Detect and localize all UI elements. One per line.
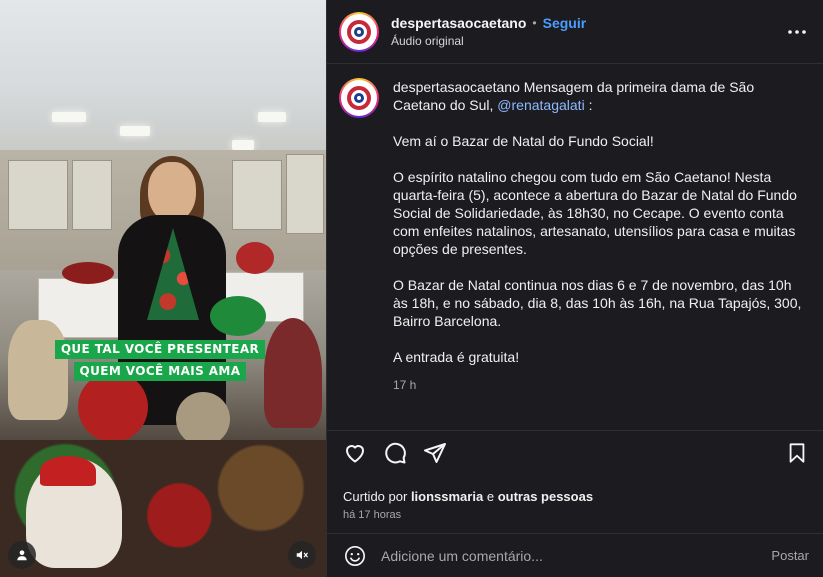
comment-button[interactable] bbox=[383, 441, 407, 465]
header-separator: • bbox=[532, 16, 537, 30]
video-decoration bbox=[62, 262, 114, 284]
banner-line-2: QUEM VOCÊ MAIS AMA bbox=[73, 361, 247, 381]
follow-button[interactable]: Seguir bbox=[543, 15, 587, 31]
caption-avatar[interactable] bbox=[339, 78, 379, 118]
comment-icon bbox=[385, 442, 406, 464]
liked-by-text: Curtido por lionssmaria e outras pessoas bbox=[343, 489, 809, 504]
video-lamp bbox=[52, 112, 86, 122]
banner-line-1: QUE TAL VOCÊ PRESENTEAR bbox=[54, 339, 266, 359]
video-person-face bbox=[148, 162, 196, 222]
liked-by-prefix: Curtido por bbox=[343, 489, 408, 504]
video-ceiling bbox=[0, 0, 326, 150]
profile-logo-icon bbox=[347, 86, 371, 110]
caption-intro: despertasaocaetano Mensagem da primeira … bbox=[393, 78, 805, 114]
emoji-button[interactable] bbox=[343, 544, 367, 568]
liked-by-others-link[interactable]: outras pessoas bbox=[498, 489, 593, 504]
mute-button[interactable] bbox=[288, 541, 316, 569]
post-side-panel: despertasaocaetano • Seguir Áudio origin… bbox=[326, 0, 823, 577]
more-options-button[interactable] bbox=[785, 20, 809, 44]
send-icon bbox=[424, 443, 446, 463]
mention-link[interactable]: @renatagalati bbox=[497, 97, 584, 113]
caption-intro-end: : bbox=[588, 97, 593, 113]
post-actions: Curtido por lionssmaria e outras pessoas… bbox=[327, 430, 823, 521]
video-decoration bbox=[176, 392, 230, 446]
original-audio-link[interactable]: Áudio original bbox=[391, 34, 785, 48]
video-decoration bbox=[78, 372, 148, 442]
share-button[interactable] bbox=[423, 441, 447, 465]
person-icon bbox=[17, 550, 27, 561]
post-age[interactable]: há 17 horas bbox=[343, 509, 809, 521]
caption-paragraph: A entrada é gratuita! bbox=[393, 349, 520, 365]
caption-username[interactable]: despertasaocaetano bbox=[393, 79, 520, 95]
comment-bar: Postar bbox=[327, 533, 823, 577]
caption-paragraph: O espírito natalino chegou com tudo em S… bbox=[393, 169, 797, 257]
video-lamp bbox=[120, 126, 150, 136]
video-decoration bbox=[264, 318, 322, 428]
comment-input[interactable] bbox=[381, 547, 772, 564]
caption-text: despertasaocaetano Mensagem da primeira … bbox=[393, 78, 805, 422]
video-decoration bbox=[8, 320, 68, 420]
header-user-info: despertasaocaetano • Seguir Áudio origin… bbox=[391, 15, 785, 48]
more-horizontal-icon bbox=[788, 29, 806, 34]
profile-logo-icon bbox=[347, 19, 371, 44]
muted-speaker-icon bbox=[296, 550, 308, 560]
like-button[interactable] bbox=[343, 441, 367, 465]
caption-paragraph: Vem aí o Bazar de Natal do Fundo Social! bbox=[393, 133, 654, 149]
instagram-post-view: QUE TAL VOCÊ PRESENTEAR QUEM VOCÊ MAIS A… bbox=[0, 0, 823, 577]
post-caption: despertasaocaetano Mensagem da primeira … bbox=[327, 64, 823, 422]
liked-by-user-link[interactable]: lionssmaria bbox=[411, 489, 483, 504]
tagged-users-button[interactable] bbox=[8, 541, 36, 569]
video-decoration bbox=[236, 242, 274, 274]
caption-paragraph: O Bazar de Natal continua nos dias 6 e 7… bbox=[393, 277, 802, 329]
action-icons-row bbox=[343, 441, 809, 465]
bookmark-icon bbox=[789, 443, 805, 463]
avatar[interactable] bbox=[339, 11, 379, 52]
video-lamp bbox=[232, 140, 254, 150]
video-lamp bbox=[258, 112, 286, 122]
video-caption-banner: QUE TAL VOCÊ PRESENTEAR QUEM VOCÊ MAIS A… bbox=[54, 338, 266, 382]
header-username[interactable]: despertasaocaetano bbox=[391, 15, 526, 31]
emoji-icon bbox=[345, 545, 365, 566]
video-decoration bbox=[210, 296, 266, 336]
video-decoration bbox=[40, 456, 96, 486]
save-button[interactable] bbox=[785, 441, 809, 465]
caption-timestamp[interactable]: 17 h bbox=[393, 376, 805, 394]
post-header: despertasaocaetano • Seguir Áudio origin… bbox=[327, 0, 823, 64]
heart-icon bbox=[346, 445, 364, 463]
post-comment-button[interactable]: Postar bbox=[771, 548, 809, 563]
liked-by-and: e bbox=[486, 489, 495, 504]
post-video[interactable]: QUE TAL VOCÊ PRESENTEAR QUEM VOCÊ MAIS A… bbox=[0, 0, 326, 577]
